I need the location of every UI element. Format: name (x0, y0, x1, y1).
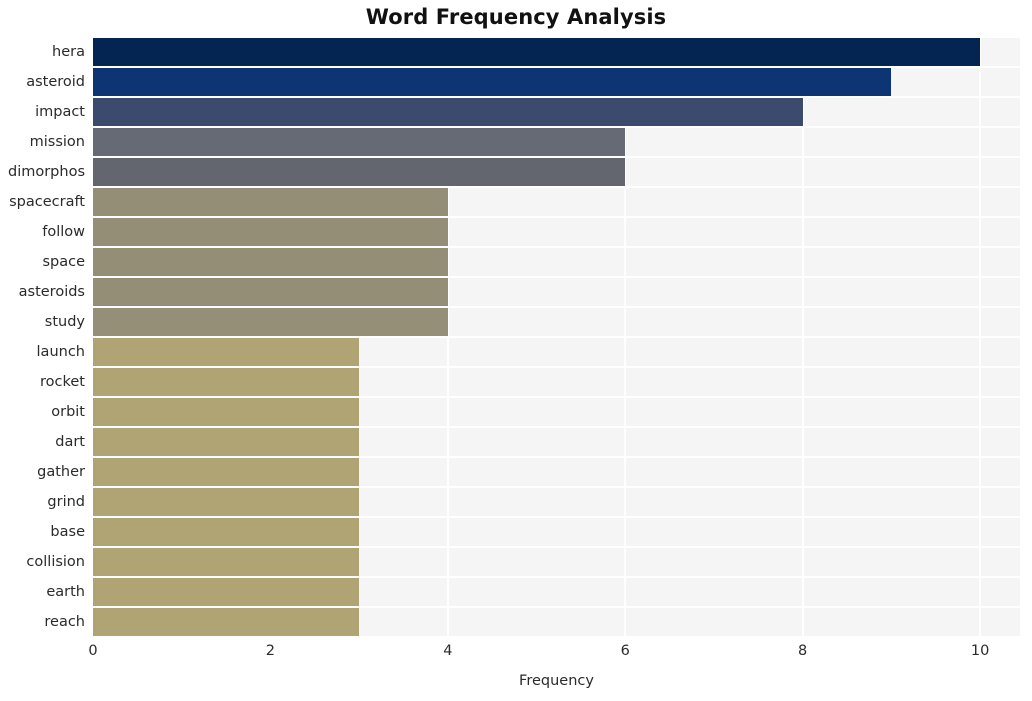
plot-area (92, 36, 1020, 638)
x-axis-label: Frequency (519, 673, 594, 689)
y-gridline (93, 636, 1020, 638)
bar[interactable] (93, 368, 360, 396)
y-tick-label: impact (35, 104, 85, 120)
y-tick-label: study (44, 314, 85, 330)
bar[interactable] (93, 578, 360, 606)
bar[interactable] (93, 428, 360, 456)
y-tick-label: orbit (51, 404, 85, 420)
x-axis: 0 2 4 6 8 10 (88, 643, 1020, 667)
x-tick-label: 8 (798, 643, 808, 659)
y-tick-label: gather (37, 464, 85, 480)
bar[interactable] (93, 38, 981, 66)
x-tick-label: 4 (443, 643, 453, 659)
y-tick-label: base (50, 524, 85, 540)
bar[interactable] (93, 608, 360, 636)
y-axis: hera asteroid impact mission dimorphos spacec… (0, 37, 85, 637)
y-tick-label: follow (42, 224, 85, 240)
x-tick-label: 0 (88, 643, 98, 659)
chart-figure: Word Frequency Analysis hera asteroid impa… (0, 0, 1032, 701)
bar[interactable] (93, 338, 360, 366)
y-tick-label: earth (46, 584, 85, 600)
bar[interactable] (93, 248, 448, 276)
y-tick-label: mission (29, 134, 85, 150)
y-tick-label: collision (26, 554, 85, 570)
bar[interactable] (93, 98, 803, 126)
bar[interactable] (93, 548, 360, 576)
y-tick-label: hera (52, 44, 85, 60)
y-tick-label: spacecraft (9, 194, 85, 210)
bar[interactable] (93, 458, 360, 486)
bar[interactable] (93, 278, 448, 306)
y-tick-label: launch (36, 344, 85, 360)
y-tick-label: dart (55, 434, 85, 450)
y-tick-label: dimorphos (7, 164, 85, 180)
x-tick-label: 2 (265, 643, 276, 659)
chart-title: Word Frequency Analysis (365, 5, 667, 29)
bar[interactable] (93, 128, 626, 156)
bar[interactable] (93, 68, 892, 96)
x-tick-label: 6 (620, 643, 630, 659)
bar[interactable] (93, 488, 360, 516)
y-tick-label: rocket (40, 374, 85, 390)
x-tick-label: 10 (970, 643, 990, 659)
bar[interactable] (93, 518, 360, 546)
bar[interactable] (93, 218, 448, 246)
y-tick-label: asteroids (18, 284, 85, 300)
y-tick-label: grind (47, 494, 85, 510)
bar[interactable] (93, 398, 360, 426)
bar[interactable] (93, 308, 448, 336)
y-tick-label: asteroid (26, 74, 85, 90)
bar[interactable] (93, 158, 626, 186)
y-tick-label: reach (44, 614, 85, 630)
y-tick-label: space (42, 254, 85, 270)
bar[interactable] (93, 188, 448, 216)
